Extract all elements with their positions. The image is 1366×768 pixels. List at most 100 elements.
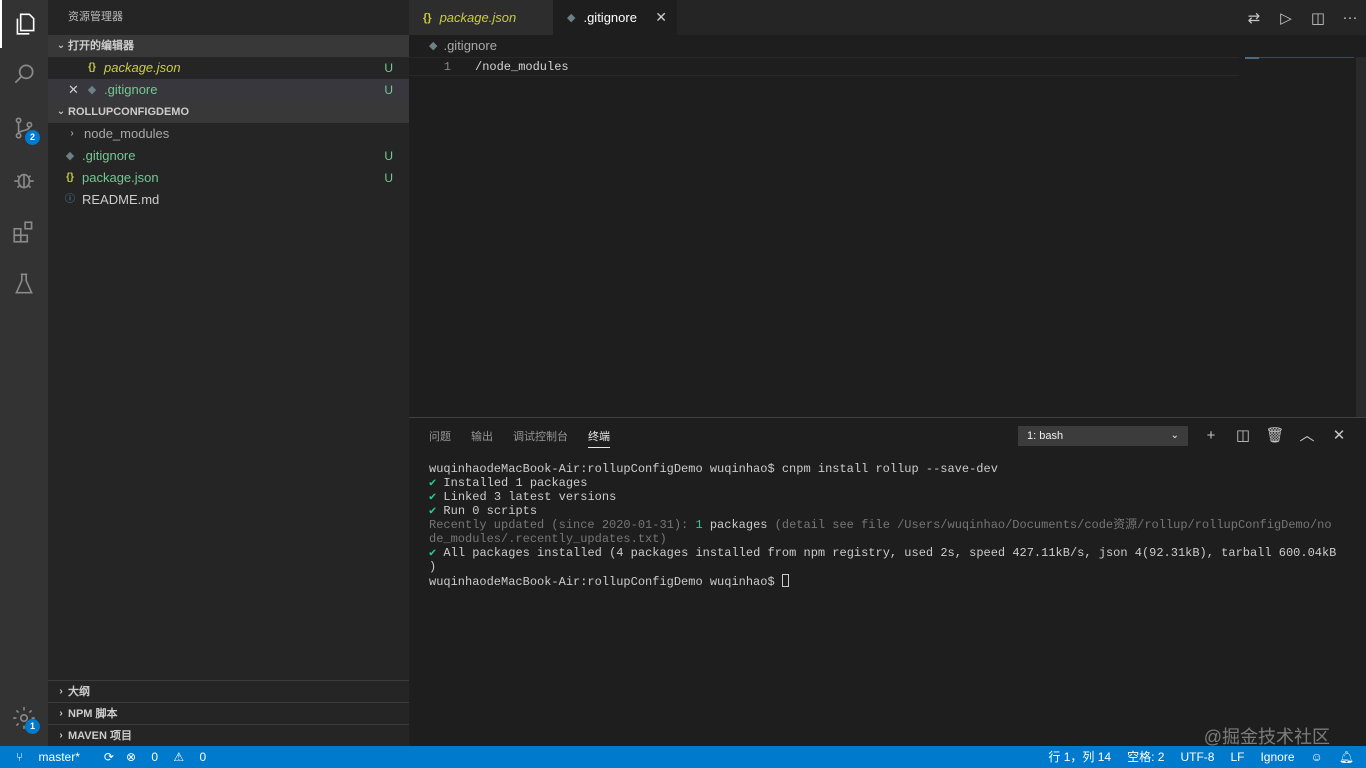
untracked-badge: U xyxy=(384,149,393,163)
terminal-line: Recently updated (since 2020-01-31): 1 p… xyxy=(429,518,1339,532)
debug-icon[interactable] xyxy=(0,156,48,204)
maximize-panel-icon[interactable]: ︿ xyxy=(1291,424,1323,448)
chevron-down-icon: ⌄ xyxy=(1170,430,1179,441)
json-file-icon: {} xyxy=(88,62,96,73)
branch-label: master* xyxy=(38,750,80,764)
terminal-text: All packages installed (4 packages insta… xyxy=(436,546,1337,560)
extensions-icon[interactable] xyxy=(0,208,48,256)
new-terminal-icon[interactable]: + xyxy=(1195,424,1227,448)
tree-item-node-modules[interactable]: › node_modules xyxy=(48,123,409,145)
status-bar: ⑂ master* ⟳ ⊗ 0 ⚠ 0 行 1，列 14 空格: 2 UTF-8… xyxy=(0,746,1366,768)
breadcrumb-file[interactable]: .gitignore xyxy=(443,35,496,57)
untracked-badge: U xyxy=(384,83,393,97)
sidebar-title: 资源管理器 xyxy=(68,11,123,23)
tree-item-readme[interactable]: ⓘ README.md xyxy=(48,189,409,211)
breadcrumb[interactable]: ◆ .gitignore xyxy=(409,35,1366,57)
settings-badge: 1 xyxy=(25,719,40,734)
json-file-icon: {} xyxy=(423,11,432,24)
open-editor-label: package.json xyxy=(104,60,181,75)
branch-item[interactable]: ⑂ master* xyxy=(16,746,92,768)
status-left: ⑂ master* ⟳ ⊗ 0 ⚠ 0 xyxy=(16,746,230,768)
terminal-output[interactable]: wuqinhaodeMacBook-Air:rollupConfigDemo w… xyxy=(429,462,1339,589)
search-icon[interactable] xyxy=(0,50,48,98)
more-actions-icon[interactable]: ··· xyxy=(1334,9,1366,26)
terminal-prompt: wuqinhaodeMacBook-Air:rollupConfigDemo w… xyxy=(429,575,782,589)
settings-gear-icon[interactable]: 1 xyxy=(0,694,48,742)
tab-close-icon[interactable]: ✕ xyxy=(655,9,667,26)
tab-debug-console[interactable]: 调试控制台 xyxy=(513,428,568,448)
gitignore-file-icon: ◆ xyxy=(567,12,576,24)
untracked-badge: U xyxy=(384,61,393,75)
tree-item-label: .gitignore xyxy=(82,148,136,163)
terminal-line: ✔ All packages installed (4 packages ins… xyxy=(429,546,1339,560)
problems-item[interactable]: ⊗ 0 ⚠ 0 xyxy=(126,746,218,768)
terminal-text: Installed 1 packages xyxy=(436,476,588,490)
terminal-cursor xyxy=(781,574,789,587)
tab-gitignore[interactable]: ◆ .gitignore ✕ xyxy=(553,0,677,35)
npm-scripts-header[interactable]: › NPM 脚本 xyxy=(48,702,409,724)
notifications-bell-icon[interactable]: 🔔︎ xyxy=(1339,746,1354,768)
tab-terminal[interactable]: 终端 xyxy=(588,428,610,448)
open-editor-item-package-json[interactable]: {} package.json U xyxy=(48,57,409,79)
editor-scrollbar[interactable] xyxy=(1356,57,1366,417)
outline-header[interactable]: › 大纲 xyxy=(48,680,409,702)
maven-projects-label: MAVEN 项目 xyxy=(68,729,132,742)
cursor-position[interactable]: 行 1，列 14 xyxy=(1048,746,1111,768)
project-header[interactable]: ⌄ ROLLUPCONFIGDEMO xyxy=(48,101,409,123)
sync-icon[interactable]: ⟳ xyxy=(104,746,114,768)
panel-tabs: 问题 输出 调试控制台 终端 xyxy=(429,428,630,448)
terminal-text: Run 0 scripts xyxy=(436,504,538,518)
gitignore-file-icon: ◆ xyxy=(87,84,97,96)
split-editor-icon[interactable]: ◫ xyxy=(1302,9,1334,27)
terminal-text: 1 xyxy=(695,518,703,532)
open-editor-item-gitignore[interactable]: ✕ ◆ .gitignore U xyxy=(48,79,409,101)
editor-area[interactable]: ◆ .gitignore 1 /node_modules xyxy=(409,35,1366,417)
minimap[interactable] xyxy=(1245,57,1259,59)
compare-changes-icon[interactable]: ⇄ xyxy=(1238,9,1270,27)
gitignore-file-icon: ◆ xyxy=(65,150,75,162)
tree-item-package-json[interactable]: {} package.json U xyxy=(48,167,409,189)
tab-label: .gitignore xyxy=(583,10,637,25)
tree-item-gitignore[interactable]: ◆ .gitignore U xyxy=(48,145,409,167)
sidebar-bottom-sections: › 大纲 › NPM 脚本 › MAVEN 项目 xyxy=(48,680,409,746)
line-number: 1 xyxy=(443,60,451,74)
open-editors-header[interactable]: ⌄ 打开的编辑器 xyxy=(48,35,409,57)
terminal-line: de_modules/.recently_updates.txt) xyxy=(429,532,667,546)
close-icon[interactable]: ✕ xyxy=(68,79,84,101)
end-of-line[interactable]: LF xyxy=(1230,746,1244,768)
chevron-right-icon: › xyxy=(70,128,74,139)
code-line[interactable]: 1 /node_modules xyxy=(409,57,1239,76)
maven-projects-header[interactable]: › MAVEN 项目 xyxy=(48,724,409,746)
language-mode[interactable]: Ignore xyxy=(1260,746,1294,768)
terminal-line: ✔ Linked 3 latest versions xyxy=(429,490,1339,504)
overview-ruler xyxy=(1259,57,1354,58)
indentation[interactable]: 空格: 2 xyxy=(1127,746,1164,768)
open-editors-label: 打开的编辑器 xyxy=(68,40,134,52)
status-right: 行 1，列 14 空格: 2 UTF-8 LF Ignore ☺ 🔔︎ xyxy=(1032,746,1354,768)
terminal-select-value: 1: bash xyxy=(1027,430,1064,442)
terminal-text: Recently updated (since 2020-01-31): xyxy=(429,518,696,532)
encoding[interactable]: UTF-8 xyxy=(1180,746,1214,768)
terminal-line: wuqinhaodeMacBook-Air:rollupConfigDemo w… xyxy=(429,574,1339,589)
feedback-smiley-icon[interactable]: ☺ xyxy=(1311,746,1323,768)
terminal-select[interactable]: 1: bash ⌄ xyxy=(1018,426,1188,446)
close-panel-icon[interactable]: ✕ xyxy=(1323,424,1355,448)
tab-output[interactable]: 输出 xyxy=(471,428,493,448)
terminal-line: wuqinhaodeMacBook-Air:rollupConfigDemo w… xyxy=(429,462,998,476)
testing-icon[interactable] xyxy=(0,260,48,308)
tree-item-label: node_modules xyxy=(84,126,170,141)
run-icon[interactable]: ▷ xyxy=(1270,9,1302,27)
activity-bar: 2 1 xyxy=(0,0,48,746)
gitignore-file-icon: ◆ xyxy=(429,40,438,52)
trash-icon[interactable]: 🗑 xyxy=(1259,424,1291,448)
line-text[interactable]: /node_modules xyxy=(475,58,569,77)
error-icon: ⊗ xyxy=(125,750,140,764)
terminal-text: packages xyxy=(702,518,768,532)
npm-scripts-label: NPM 脚本 xyxy=(68,707,118,720)
split-terminal-icon[interactable]: ◫ xyxy=(1227,424,1259,448)
tab-package-json[interactable]: {} package.json xyxy=(409,0,553,35)
source-control-icon[interactable]: 2 xyxy=(0,104,48,152)
json-file-icon: {} xyxy=(66,172,74,183)
explorer-icon[interactable] xyxy=(0,0,48,48)
tab-problems[interactable]: 问题 xyxy=(429,428,451,448)
